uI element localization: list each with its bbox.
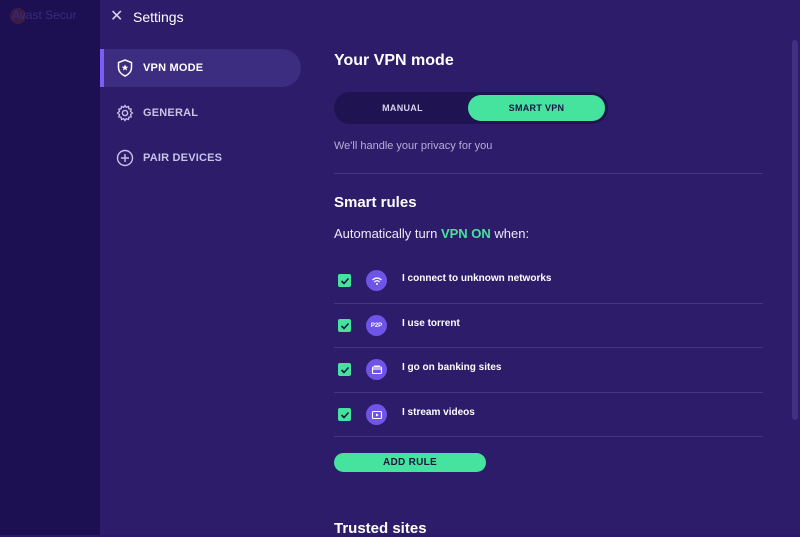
wifi-icon xyxy=(366,270,387,291)
settings-header: ✕ Settings xyxy=(100,0,800,34)
trusted-sites-title: Trusted sites xyxy=(334,520,427,537)
background-app-title: Avast Secur xyxy=(12,8,77,22)
smart-rules-title: Smart rules xyxy=(334,194,417,211)
sidebar-item-vpn-mode[interactable]: VPN MODE xyxy=(100,49,301,87)
vpn-mode-title: Your VPN mode xyxy=(334,52,454,69)
rule-label: I go on banking sites xyxy=(402,362,502,373)
play-icon xyxy=(366,404,387,425)
checkmark-icon xyxy=(340,411,349,419)
rule-checkbox[interactable] xyxy=(338,319,351,332)
rule-label: I stream videos xyxy=(402,407,475,418)
list-item: P2P I use torrent xyxy=(334,304,763,348)
card-icon xyxy=(366,359,387,380)
rule-label: I connect to unknown networks xyxy=(402,273,552,284)
rule-label: I use torrent xyxy=(402,318,460,329)
checkmark-icon xyxy=(340,322,349,330)
page-title: Settings xyxy=(133,9,184,25)
sidebar-item-general[interactable]: GENERAL xyxy=(100,94,301,132)
divider xyxy=(334,173,763,174)
sidebar-item-label: VPN MODE xyxy=(143,62,204,74)
background-app-window: Avast Secur xyxy=(0,0,100,535)
list-item: I connect to unknown networks xyxy=(334,259,763,303)
subtitle-suffix: when: xyxy=(494,226,530,241)
sidebar-item-label: PAIR DEVICES xyxy=(143,152,223,164)
sidebar-item-pair-devices[interactable]: PAIR DEVICES xyxy=(100,139,301,177)
rule-checkbox[interactable] xyxy=(338,363,351,376)
plus-circle-icon xyxy=(116,149,134,167)
close-icon[interactable]: ✕ xyxy=(110,8,126,26)
divider xyxy=(334,436,763,437)
sidebar-item-label: GENERAL xyxy=(143,107,199,119)
shield-icon xyxy=(116,59,134,77)
checkmark-icon xyxy=(340,277,349,285)
smart-vpn-button[interactable]: SMART VPN xyxy=(468,95,605,121)
list-item: I go on banking sites xyxy=(334,348,763,392)
vpn-mode-toggle: MANUAL SMART VPN xyxy=(334,92,608,124)
manual-mode-button[interactable]: MANUAL xyxy=(337,95,468,121)
rule-checkbox[interactable] xyxy=(338,408,351,421)
settings-panel: ✕ Settings VPN MODE GENERAL PAIR DEVICES… xyxy=(100,0,800,537)
add-rule-button[interactable]: ADD RULE xyxy=(334,453,486,472)
subtitle-prefix: Automatically turn xyxy=(334,226,438,241)
vpn-mode-description: We'll handle your privacy for you xyxy=(334,140,493,152)
gear-icon xyxy=(116,104,134,122)
scrollbar[interactable] xyxy=(792,40,798,420)
checkmark-icon xyxy=(340,366,349,374)
p2p-icon: P2P xyxy=(366,315,387,336)
smart-rules-subtitle: Automatically turn VPN ON when: xyxy=(334,226,529,241)
list-item: I stream videos xyxy=(334,393,763,437)
vpn-on-highlight: VPN ON xyxy=(440,226,491,241)
rule-checkbox[interactable] xyxy=(338,274,351,287)
